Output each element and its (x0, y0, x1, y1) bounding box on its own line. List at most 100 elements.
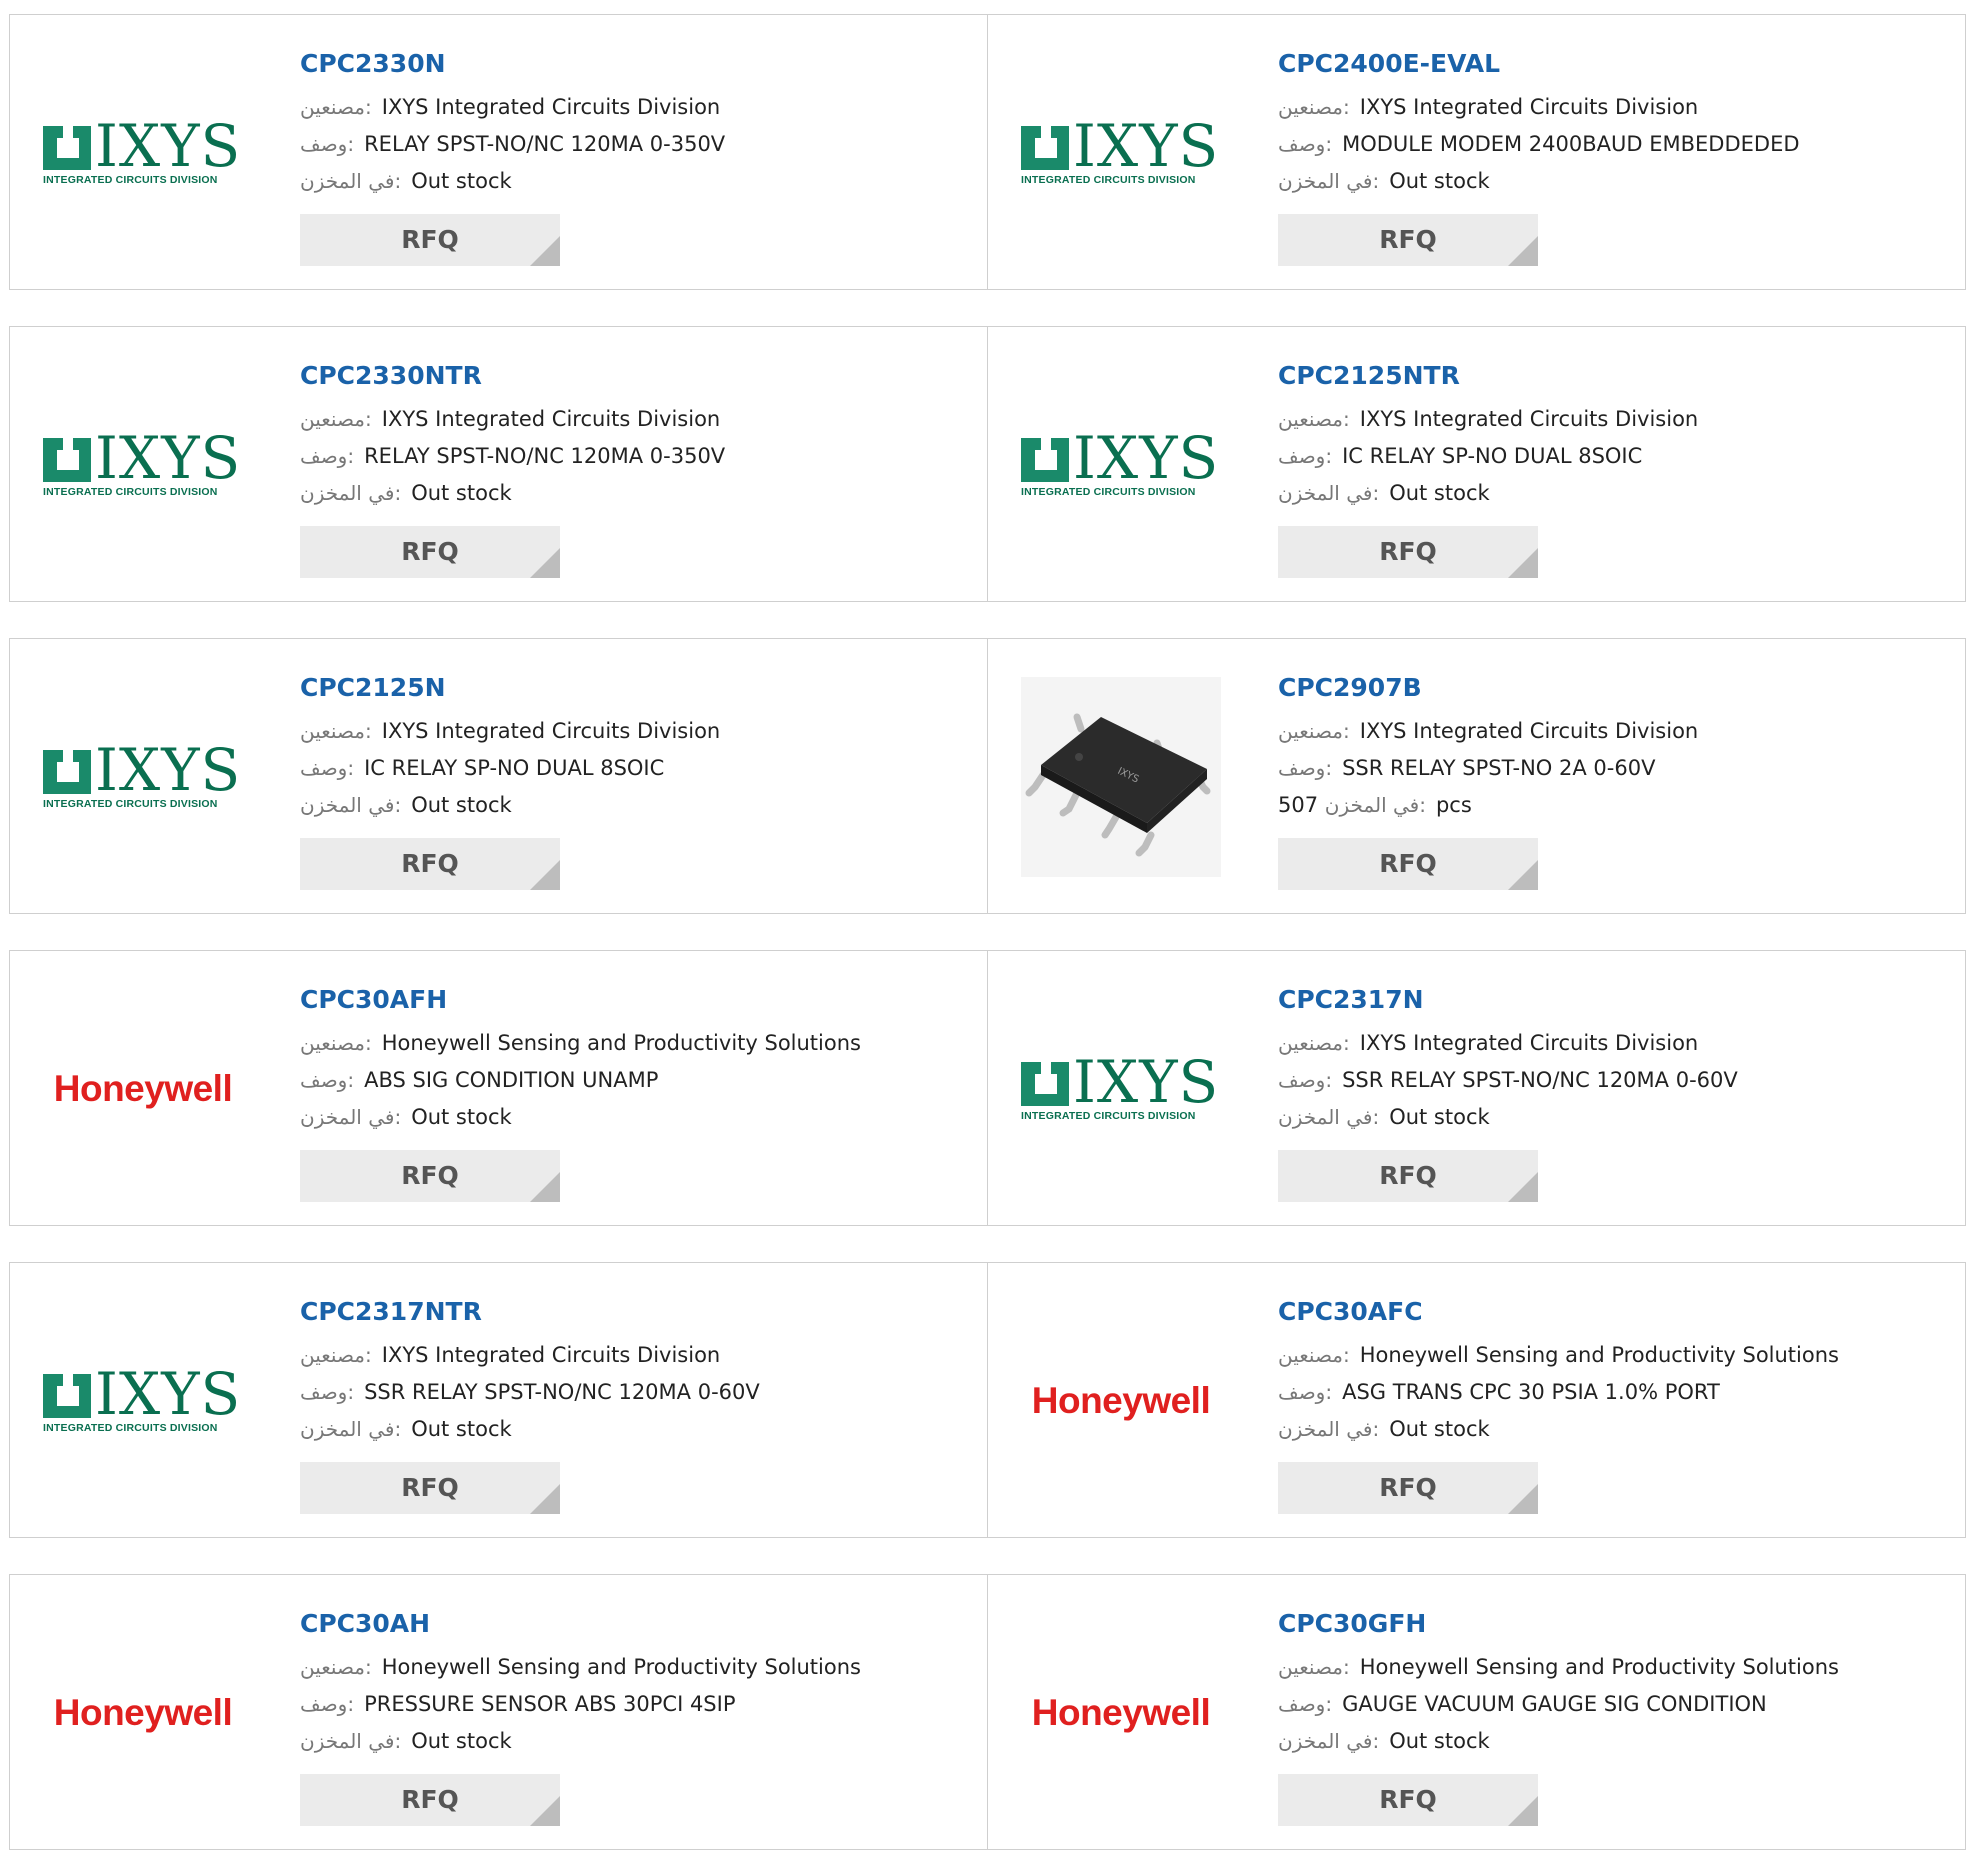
manufacturer-row: مصنعين: IXYS Integrated Circuits Division (1278, 89, 1945, 126)
rfq-button-label: RFQ (1379, 225, 1437, 254)
rfq-button[interactable]: RFQ (1278, 214, 1538, 266)
product-image[interactable]: IXYS INTEGRATED CIRCUITS DIVISION (38, 337, 248, 592)
rfq-button[interactable]: RFQ (300, 838, 560, 890)
honeywell-logo: Honeywell (1031, 1379, 1211, 1421)
product-image[interactable]: Honeywell (1016, 1273, 1226, 1528)
part-number-link[interactable]: CPC2125N (300, 671, 967, 705)
ixys-wordmark: IXYS (95, 735, 242, 804)
rfq-button[interactable]: RFQ (300, 1150, 560, 1202)
part-number-link[interactable]: CPC30AFC (1278, 1295, 1945, 1329)
product-image[interactable]: Honeywell (38, 1585, 248, 1840)
manufacturer-label: مصنعين: (300, 407, 372, 431)
product-info: CPC30AH مصنعين: Honeywell Sensing and Prod… (300, 1607, 967, 1826)
stock-row: في المخزن: Out stock (1278, 475, 1945, 512)
description-value: PRESSURE SENSOR ABS 30PCI 4SIP (364, 1692, 736, 1716)
stock-label: في المخزن: (300, 481, 402, 505)
ixys-mark-icon (1021, 125, 1069, 170)
product-image[interactable]: IXYS INTEGRATED CIRCUITS DIVISION (1016, 25, 1226, 280)
product-image[interactable]: IXYS INTEGRATED CIRCUITS DIVISION (38, 25, 248, 280)
product-card: Honeywell CPC30AFH مصنعين: Honeywell Sensin… (9, 950, 988, 1226)
manufacturer-value: Honeywell Sensing and Productivity Solut… (1359, 1655, 1839, 1679)
rfq-button[interactable]: RFQ (1278, 1774, 1538, 1826)
stock-value: Out stock (411, 1729, 512, 1753)
product-info: CPC30GFH مصنعين: Honeywell Sensing and Pro… (1278, 1607, 1945, 1826)
corner-triangle-icon (1508, 860, 1538, 890)
stock-value: Out stock (411, 481, 512, 505)
product-image[interactable]: IXYS INTEGRATED CIRCUITS DIVISION (1016, 961, 1226, 1216)
rfq-button[interactable]: RFQ (1278, 1462, 1538, 1514)
stock-label: في المخزن: (1278, 169, 1380, 193)
product-image[interactable]: IXYS (1016, 649, 1226, 904)
corner-triangle-icon (1508, 1484, 1538, 1514)
rfq-button[interactable]: RFQ (1278, 1150, 1538, 1202)
ixys-mark-icon (43, 125, 91, 170)
manufacturer-row: مصنعين: Honeywell Sensing and Productivit… (1278, 1337, 1945, 1374)
description-row: وصف: GAUGE VACUUM GAUGE SIG CONDITION (1278, 1686, 1945, 1723)
product-grid: IXYS INTEGRATED CIRCUITS DIVISION CPC2330N… (0, 0, 1969, 1850)
stock-row: في المخزن: Out stock (300, 163, 967, 200)
rfq-button-label: RFQ (1379, 537, 1437, 566)
product-card: IXYS INTEGRATED CIRCUITS DIVISION CPC2317N… (9, 1262, 988, 1538)
rfq-button[interactable]: RFQ (300, 1462, 560, 1514)
stock-value: Out stock (1389, 1105, 1490, 1129)
description-label: وصف: (300, 444, 355, 468)
product-image[interactable]: Honeywell (38, 961, 248, 1216)
rfq-button[interactable]: RFQ (300, 214, 560, 266)
ixys-logo: IXYS INTEGRATED CIRCUITS DIVISION (43, 426, 243, 500)
manufacturer-value: IXYS Integrated Circuits Division (381, 719, 721, 743)
part-number-link[interactable]: CPC2400E-EVAL (1278, 47, 1945, 81)
honeywell-logo: Honeywell (53, 1691, 233, 1733)
product-info: CPC2317NTR مصنعين: IXYS Integrated Circuit… (300, 1295, 967, 1514)
part-number-link[interactable]: CPC2125NTR (1278, 359, 1945, 393)
part-number-link[interactable]: CPC30AH (300, 1607, 967, 1641)
ixys-wordmark: IXYS (95, 1359, 242, 1428)
part-number-link[interactable]: CPC2330N (300, 47, 967, 81)
product-card: IXYS INTEGRATED CIRCUITS DIVISION CPC2317N… (987, 950, 1966, 1226)
rfq-button-label: RFQ (401, 1473, 459, 1502)
stock-label: في المخزن: (1278, 481, 1380, 505)
stock-value: Out stock (1389, 1729, 1490, 1753)
product-card: IXYS INTEGRATED CIRCUITS DIVISION CPC2330N… (9, 326, 988, 602)
manufacturer-value: Honeywell Sensing and Productivity Solut… (381, 1655, 861, 1679)
ixys-subtitle: INTEGRATED CIRCUITS DIVISION (43, 173, 218, 186)
manufacturer-row: مصنعين: IXYS Integrated Circuits Division (1278, 401, 1945, 438)
part-number-link[interactable]: CPC2317N (1278, 983, 1945, 1017)
rfq-button[interactable]: RFQ (300, 1774, 560, 1826)
part-number-link[interactable]: CPC2907B (1278, 671, 1945, 705)
part-number-link[interactable]: CPC30AFH (300, 983, 967, 1017)
stock-label: في المخزن: (300, 1417, 402, 1441)
manufacturer-row: مصنعين: Honeywell Sensing and Productivit… (1278, 1649, 1945, 1686)
product-card: IXYS INTEGRATED CIRCUITS DIVISION CPC2330N… (9, 14, 988, 290)
stock-label: في المخزن: (1278, 1417, 1380, 1441)
product-image[interactable]: IXYS INTEGRATED CIRCUITS DIVISION (38, 649, 248, 904)
product-image[interactable]: Honeywell (1016, 1585, 1226, 1840)
manufacturer-label: مصنعين: (300, 95, 372, 119)
ixys-mark-icon (1021, 437, 1069, 482)
product-card: IXYS INTEGRATED CIRCUITS DIVISION CPC2125N… (987, 326, 1966, 602)
corner-triangle-icon (1508, 1796, 1538, 1826)
part-number-link[interactable]: CPC2317NTR (300, 1295, 967, 1329)
product-info: CPC2125N مصنعين: IXYS Integrated Circuits … (300, 671, 967, 890)
description-value: ABS SIG CONDITION UNAMP (364, 1068, 659, 1092)
stock-value: Out stock (411, 1417, 512, 1441)
manufacturer-value: IXYS Integrated Circuits Division (381, 95, 721, 119)
rfq-button[interactable]: RFQ (1278, 838, 1538, 890)
rfq-button[interactable]: RFQ (300, 526, 560, 578)
product-image[interactable]: IXYS INTEGRATED CIRCUITS DIVISION (38, 1273, 248, 1528)
part-number-link[interactable]: CPC30GFH (1278, 1607, 1945, 1641)
ixys-wordmark: IXYS (1073, 1047, 1220, 1116)
stock-row: في المخزن: Out stock (300, 1099, 967, 1136)
ixys-logo: IXYS INTEGRATED CIRCUITS DIVISION (1021, 114, 1221, 188)
part-number-link[interactable]: CPC2330NTR (300, 359, 967, 393)
manufacturer-value: Honeywell Sensing and Productivity Solut… (381, 1031, 861, 1055)
description-value: SSR RELAY SPST-NO/NC 120MA 0-60V (1342, 1068, 1738, 1092)
rfq-button-label: RFQ (1379, 849, 1437, 878)
stock-row: في المخزن: Out stock (1278, 1723, 1945, 1760)
honeywell-logo: Honeywell (1031, 1691, 1211, 1733)
product-card: IXYS INTEGRATED CIRCUITS DIVISION CPC2400E… (987, 14, 1966, 290)
description-label: وصف: (300, 756, 355, 780)
product-image[interactable]: IXYS INTEGRATED CIRCUITS DIVISION (1016, 337, 1226, 592)
description-label: وصف: (300, 132, 355, 156)
product-info: CPC2330NTR مصنعين: IXYS Integrated Circuit… (300, 359, 967, 578)
rfq-button[interactable]: RFQ (1278, 526, 1538, 578)
